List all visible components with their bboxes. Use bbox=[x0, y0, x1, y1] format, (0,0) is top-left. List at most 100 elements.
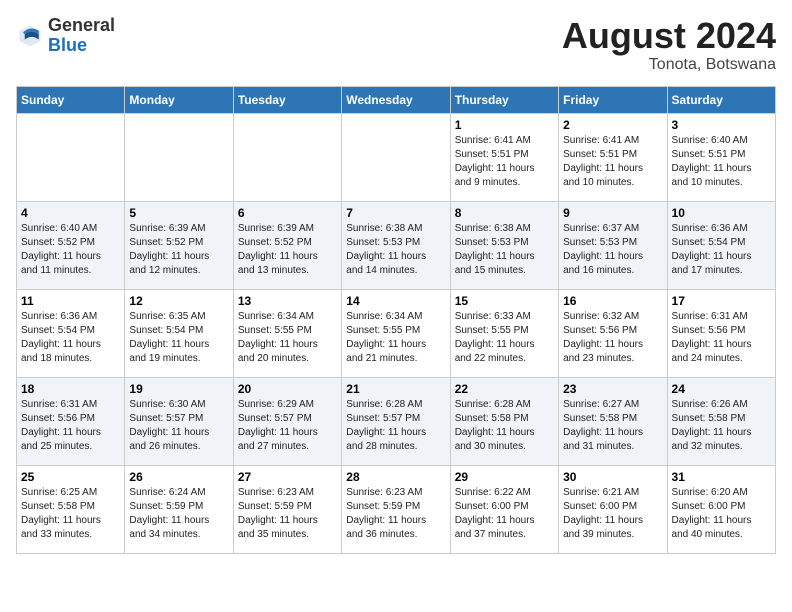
calendar-cell: 22 Sunrise: 6:28 AM Sunset: 5:58 PM Dayli… bbox=[450, 377, 558, 465]
day-number: 11 bbox=[21, 294, 120, 308]
day-info: Sunrise: 6:39 AM Sunset: 5:52 PM Dayligh… bbox=[129, 222, 228, 278]
calendar-cell bbox=[233, 113, 341, 201]
day-number: 1 bbox=[455, 118, 554, 132]
day-info: Sunrise: 6:33 AM Sunset: 5:55 PM Dayligh… bbox=[455, 310, 554, 366]
day-info: Sunrise: 6:38 AM Sunset: 5:53 PM Dayligh… bbox=[346, 222, 445, 278]
calendar-cell: 21Sunrise: 6:28 AM Sunset: 5:57 PM Dayli… bbox=[342, 377, 450, 465]
day-number: 4 bbox=[21, 206, 120, 220]
day-number: 7 bbox=[346, 206, 445, 220]
calendar-cell: 30Sunrise: 6:21 AM Sunset: 6:00 PM Dayli… bbox=[559, 465, 667, 553]
day-number: 17 bbox=[672, 294, 771, 308]
day-header-saturday: Saturday bbox=[667, 86, 775, 113]
calendar-cell: 27 Sunrise: 6:23 AM Sunset: 5:59 PM Dayli… bbox=[233, 465, 341, 553]
day-info: Sunrise: 6:38 AM Sunset: 5:53 PM Dayligh… bbox=[455, 222, 554, 278]
calendar-cell: 28 Sunrise: 6:23 AM Sunset: 5:59 PM Dayli… bbox=[342, 465, 450, 553]
day-info: Sunrise: 6:41 AM Sunset: 5:51 PM Dayligh… bbox=[455, 134, 554, 190]
logo-blue-text: Blue bbox=[48, 35, 87, 55]
day-info: Sunrise: 6:34 AM Sunset: 5:55 PM Dayligh… bbox=[238, 310, 337, 366]
day-info: Sunrise: 6:24 AM Sunset: 5:59 PM Dayligh… bbox=[129, 486, 228, 542]
calendar-cell: 13 Sunrise: 6:34 AM Sunset: 5:55 PM Dayli… bbox=[233, 289, 341, 377]
calendar-cell: 8 Sunrise: 6:38 AM Sunset: 5:53 PM Daylig… bbox=[450, 201, 558, 289]
calendar-cell: 4 Sunrise: 6:40 AM Sunset: 5:52 PM Daylig… bbox=[17, 201, 125, 289]
calendar-cell: 24 Sunrise: 6:26 AM Sunset: 5:58 PM Dayli… bbox=[667, 377, 775, 465]
location-subtitle: Tonota, Botswana bbox=[562, 56, 776, 74]
day-info: Sunrise: 6:30 AM Sunset: 5:57 PM Dayligh… bbox=[129, 398, 228, 454]
day-number: 3 bbox=[672, 118, 771, 132]
day-header-wednesday: Wednesday bbox=[342, 86, 450, 113]
day-info: Sunrise: 6:20 AM Sunset: 6:00 PM Dayligh… bbox=[672, 486, 771, 542]
calendar-week-2: 4 Sunrise: 6:40 AM Sunset: 5:52 PM Daylig… bbox=[17, 201, 776, 289]
day-number: 23 bbox=[563, 382, 662, 396]
day-number: 9 bbox=[563, 206, 662, 220]
calendar-cell: 25Sunrise: 6:25 AM Sunset: 5:58 PM Dayli… bbox=[17, 465, 125, 553]
calendar-cell: 6 Sunrise: 6:39 AM Sunset: 5:52 PM Daylig… bbox=[233, 201, 341, 289]
day-info: Sunrise: 6:39 AM Sunset: 5:52 PM Dayligh… bbox=[238, 222, 337, 278]
day-header-friday: Friday bbox=[559, 86, 667, 113]
calendar-header-row: SundayMondayTuesdayWednesdayThursdayFrid… bbox=[17, 86, 776, 113]
day-number: 2 bbox=[563, 118, 662, 132]
calendar-week-5: 25Sunrise: 6:25 AM Sunset: 5:58 PM Dayli… bbox=[17, 465, 776, 553]
calendar-cell: 15Sunrise: 6:33 AM Sunset: 5:55 PM Dayli… bbox=[450, 289, 558, 377]
day-number: 13 bbox=[238, 294, 337, 308]
day-number: 26 bbox=[129, 470, 228, 484]
day-number: 20 bbox=[238, 382, 337, 396]
day-header-sunday: Sunday bbox=[17, 86, 125, 113]
day-info: Sunrise: 6:26 AM Sunset: 5:58 PM Dayligh… bbox=[672, 398, 771, 454]
day-info: Sunrise: 6:37 AM Sunset: 5:53 PM Dayligh… bbox=[563, 222, 662, 278]
day-number: 31 bbox=[672, 470, 771, 484]
day-header-monday: Monday bbox=[125, 86, 233, 113]
day-number: 28 bbox=[346, 470, 445, 484]
calendar-cell: 31 Sunrise: 6:20 AM Sunset: 6:00 PM Dayli… bbox=[667, 465, 775, 553]
calendar-cell: 19 Sunrise: 6:30 AM Sunset: 5:57 PM Dayli… bbox=[125, 377, 233, 465]
calendar-cell: 12Sunrise: 6:35 AM Sunset: 5:54 PM Dayli… bbox=[125, 289, 233, 377]
day-info: Sunrise: 6:23 AM Sunset: 5:59 PM Dayligh… bbox=[238, 486, 337, 542]
day-number: 18 bbox=[21, 382, 120, 396]
calendar-cell: 11 Sunrise: 6:36 AM Sunset: 5:54 PM Dayli… bbox=[17, 289, 125, 377]
day-number: 22 bbox=[455, 382, 554, 396]
day-info: Sunrise: 6:31 AM Sunset: 5:56 PM Dayligh… bbox=[672, 310, 771, 366]
day-info: Sunrise: 6:29 AM Sunset: 5:57 PM Dayligh… bbox=[238, 398, 337, 454]
calendar-cell: 20 Sunrise: 6:29 AM Sunset: 5:57 PM Dayli… bbox=[233, 377, 341, 465]
day-header-tuesday: Tuesday bbox=[233, 86, 341, 113]
day-number: 30 bbox=[563, 470, 662, 484]
day-info: Sunrise: 6:34 AM Sunset: 5:55 PM Dayligh… bbox=[346, 310, 445, 366]
day-info: Sunrise: 6:41 AM Sunset: 5:51 PM Dayligh… bbox=[563, 134, 662, 190]
day-number: 24 bbox=[672, 382, 771, 396]
page-header: General Blue August 2024 Tonota, Botswan… bbox=[16, 16, 776, 74]
day-info: Sunrise: 6:28 AM Sunset: 5:58 PM Dayligh… bbox=[455, 398, 554, 454]
day-info: Sunrise: 6:22 AM Sunset: 6:00 PM Dayligh… bbox=[455, 486, 554, 542]
calendar-cell: 18 Sunrise: 6:31 AM Sunset: 5:56 PM Dayli… bbox=[17, 377, 125, 465]
title-block: August 2024 Tonota, Botswana bbox=[562, 16, 776, 74]
day-number: 8 bbox=[455, 206, 554, 220]
logo: General Blue bbox=[16, 16, 115, 56]
day-info: Sunrise: 6:27 AM Sunset: 5:58 PM Dayligh… bbox=[563, 398, 662, 454]
month-year-title: August 2024 bbox=[562, 16, 776, 56]
calendar-cell: 23 Sunrise: 6:27 AM Sunset: 5:58 PM Dayli… bbox=[559, 377, 667, 465]
day-info: Sunrise: 6:23 AM Sunset: 5:59 PM Dayligh… bbox=[346, 486, 445, 542]
day-info: Sunrise: 6:36 AM Sunset: 5:54 PM Dayligh… bbox=[21, 310, 120, 366]
calendar-cell: 10Sunrise: 6:36 AM Sunset: 5:54 PM Dayli… bbox=[667, 201, 775, 289]
calendar-cell: 9 Sunrise: 6:37 AM Sunset: 5:53 PM Daylig… bbox=[559, 201, 667, 289]
day-info: Sunrise: 6:35 AM Sunset: 5:54 PM Dayligh… bbox=[129, 310, 228, 366]
day-number: 29 bbox=[455, 470, 554, 484]
day-number: 21 bbox=[346, 382, 445, 396]
day-number: 27 bbox=[238, 470, 337, 484]
calendar-cell: 5Sunrise: 6:39 AM Sunset: 5:52 PM Daylig… bbox=[125, 201, 233, 289]
day-number: 6 bbox=[238, 206, 337, 220]
logo-text: General Blue bbox=[48, 16, 115, 56]
calendar-cell: 16Sunrise: 6:32 AM Sunset: 5:56 PM Dayli… bbox=[559, 289, 667, 377]
day-info: Sunrise: 6:40 AM Sunset: 5:52 PM Dayligh… bbox=[21, 222, 120, 278]
logo-icon bbox=[16, 22, 44, 50]
calendar-cell: 26 Sunrise: 6:24 AM Sunset: 5:59 PM Dayli… bbox=[125, 465, 233, 553]
day-header-thursday: Thursday bbox=[450, 86, 558, 113]
day-info: Sunrise: 6:31 AM Sunset: 5:56 PM Dayligh… bbox=[21, 398, 120, 454]
day-info: Sunrise: 6:36 AM Sunset: 5:54 PM Dayligh… bbox=[672, 222, 771, 278]
calendar-cell bbox=[342, 113, 450, 201]
calendar-cell: 14Sunrise: 6:34 AM Sunset: 5:55 PM Dayli… bbox=[342, 289, 450, 377]
calendar-week-4: 18 Sunrise: 6:31 AM Sunset: 5:56 PM Dayli… bbox=[17, 377, 776, 465]
logo-general-text: General bbox=[48, 15, 115, 35]
day-number: 19 bbox=[129, 382, 228, 396]
calendar-table: SundayMondayTuesdayWednesdayThursdayFrid… bbox=[16, 86, 776, 554]
calendar-week-3: 11 Sunrise: 6:36 AM Sunset: 5:54 PM Dayli… bbox=[17, 289, 776, 377]
calendar-cell bbox=[17, 113, 125, 201]
